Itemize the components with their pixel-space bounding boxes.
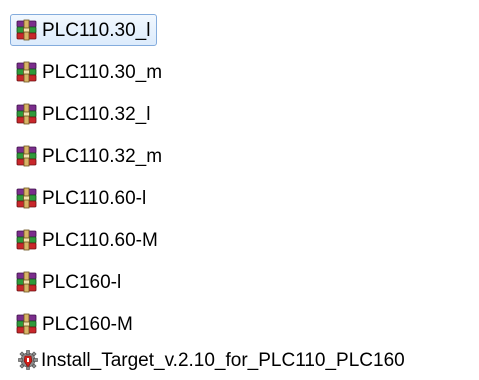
file-name: PLC110.32_l <box>42 103 151 125</box>
file-item-plc110-30-l[interactable]: PLC110.30_l <box>10 14 158 46</box>
winrar-archive-icon <box>15 228 39 252</box>
file-name: PLC110.30_m <box>42 61 163 83</box>
file-item-plc160-l[interactable]: PLC160-l <box>10 266 128 298</box>
file-name: Install_Target_v.2.10_for_PLC110_PLC160 <box>41 349 405 371</box>
file-item-plc110-32-l[interactable]: PLC110.32_l <box>10 98 157 130</box>
file-item-install-target[interactable]: Install_Target_v.2.10_for_PLC110_PLC160 <box>12 344 412 376</box>
winrar-archive-icon <box>15 186 39 210</box>
winrar-archive-icon <box>15 270 39 294</box>
file-item-plc110-60-m[interactable]: PLC110.60-M <box>10 224 165 256</box>
file-name: PLC110.32_m <box>42 145 163 167</box>
winrar-archive-icon <box>15 102 39 126</box>
file-name: PLC160-l <box>42 271 122 293</box>
file-name: PLC110.60-l <box>42 187 147 209</box>
winrar-archive-icon <box>15 18 39 42</box>
file-name: PLC110.30_l <box>42 19 151 41</box>
file-item-plc160-m[interactable]: PLC160-M <box>10 308 140 340</box>
winrar-archive-icon <box>15 312 39 336</box>
file-item-plc110-32-m[interactable]: PLC110.32_m <box>10 140 169 172</box>
winrar-archive-icon <box>15 60 39 84</box>
file-list: PLC110.30_l PLC110.30_m PLC110.32_l PLC1… <box>0 0 479 380</box>
file-item-plc110-60-l[interactable]: PLC110.60-l <box>10 182 153 214</box>
file-name: PLC160-M <box>42 313 133 335</box>
installer-gear-icon <box>17 349 39 371</box>
file-name: PLC110.60-M <box>42 229 158 251</box>
winrar-archive-icon <box>15 144 39 168</box>
file-item-plc110-30-m[interactable]: PLC110.30_m <box>10 56 169 88</box>
